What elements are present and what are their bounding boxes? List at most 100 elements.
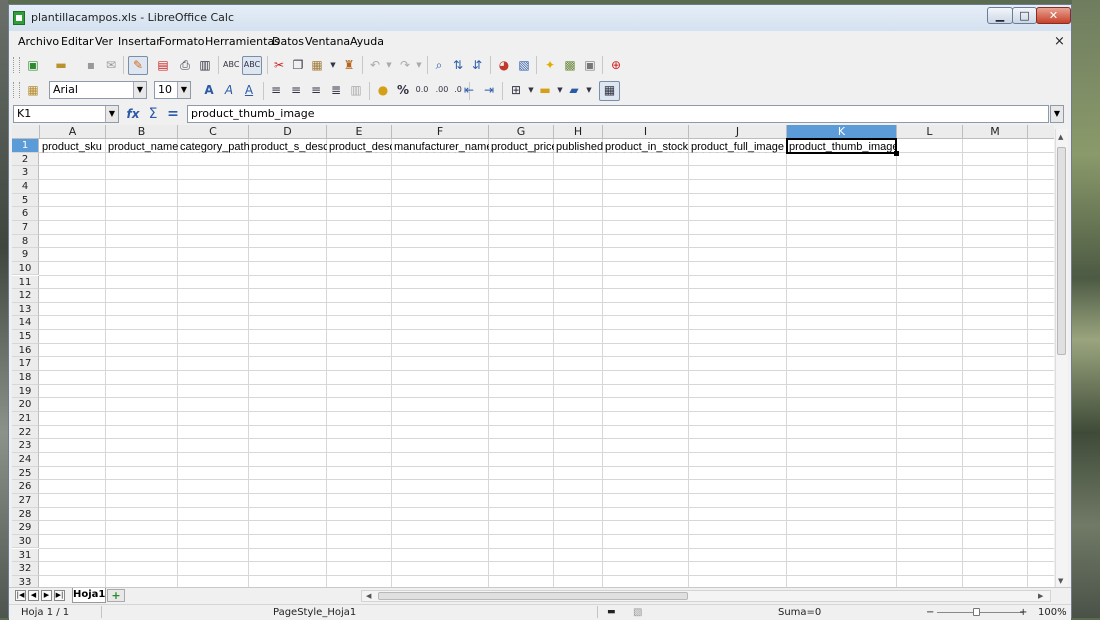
bold-icon[interactable]: A xyxy=(201,82,217,98)
row-header-31[interactable]: 31 xyxy=(12,548,39,563)
column-header-i[interactable]: I xyxy=(603,125,689,139)
underline-icon[interactable]: A xyxy=(241,82,257,98)
cell-f1[interactable]: manufacturer_name xyxy=(392,139,489,153)
close-document-icon[interactable]: × xyxy=(1054,34,1065,49)
column-header-h[interactable]: H xyxy=(554,125,603,139)
row-header-4[interactable]: 4 xyxy=(12,179,39,194)
menu-herramientas[interactable]: Herramientas xyxy=(205,35,280,48)
font-color-icon[interactable]: ▰ xyxy=(566,82,582,98)
background-color-icon[interactable]: ▬ xyxy=(537,82,553,98)
italic-icon[interactable]: A xyxy=(221,82,237,98)
row-header-3[interactable]: 3 xyxy=(12,166,39,180)
menu-datos[interactable]: Datos xyxy=(272,35,304,48)
undo-dropdown-icon[interactable]: ▼ xyxy=(381,57,397,73)
align-right-icon[interactable]: ≡ xyxy=(308,82,324,98)
email-icon[interactable]: ✉ xyxy=(103,57,119,73)
formula-input[interactable]: product_thumb_image xyxy=(187,105,1049,123)
column-header-g[interactable]: G xyxy=(489,125,554,139)
copy-icon[interactable]: ❐ xyxy=(290,57,306,73)
clone-formatting-icon[interactable]: ♜ xyxy=(341,57,357,73)
spreadsheet-grid[interactable]: A B C D E F G H I J K L M 1 2 3 4 5 6 7 8 9 10 11 12 13 14 15 16 17 18… xyxy=(12,125,1054,588)
select-all-corner[interactable] xyxy=(12,125,40,139)
insert-chart-icon[interactable]: ◕ xyxy=(496,57,512,73)
row-header-20[interactable]: 20 xyxy=(12,398,39,412)
open-folder-icon[interactable]: ▬ xyxy=(53,57,69,73)
zoom-in-icon[interactable]: + xyxy=(1019,607,1027,618)
cell-j1[interactable]: product_full_image xyxy=(689,139,787,153)
sum-status-text[interactable]: Suma=0 xyxy=(778,607,821,618)
cell-d1[interactable]: product_s_desc xyxy=(249,139,327,153)
sheet-position-text[interactable]: Hoja 1 / 1 xyxy=(21,607,69,618)
row-header-21[interactable]: 21 xyxy=(12,412,39,426)
row-header-5[interactable]: 5 xyxy=(12,193,39,208)
row-header-6[interactable]: 6 xyxy=(12,207,39,221)
autospellcheck-icon[interactable]: ABC xyxy=(242,56,262,75)
horizontal-scroll-thumb[interactable] xyxy=(378,592,688,600)
row-header-1[interactable]: 1 xyxy=(12,139,39,153)
increase-indent-icon[interactable]: ⇥ xyxy=(481,82,497,98)
cut-icon[interactable]: ✂ xyxy=(271,57,287,73)
borders-icon[interactable]: ⊞ xyxy=(508,82,524,98)
column-header-l[interactable]: L xyxy=(897,125,963,139)
vertical-scrollbar[interactable]: ▲ ▼ xyxy=(1055,129,1068,588)
row-header-30[interactable]: 30 xyxy=(12,534,39,549)
zoom-slider[interactable] xyxy=(937,612,1023,613)
export-pdf-icon[interactable]: ▤ xyxy=(155,57,171,73)
sort-descending-icon[interactable]: ⇵ xyxy=(469,57,485,73)
paste-icon[interactable]: ▦ xyxy=(309,57,325,73)
pivot-table-icon[interactable]: ▧ xyxy=(516,57,532,73)
font-color-dropdown-icon[interactable]: ▼ xyxy=(581,82,597,98)
scroll-up-icon[interactable]: ▲ xyxy=(1058,133,1063,141)
first-sheet-icon[interactable]: |◀ xyxy=(15,590,26,601)
column-header-c[interactable]: C xyxy=(178,125,249,139)
maximize-button[interactable]: □ xyxy=(1012,7,1037,24)
percent-format-icon[interactable]: % xyxy=(395,82,411,98)
fill-handle[interactable] xyxy=(894,150,899,156)
column-header-m[interactable]: M xyxy=(963,125,1028,139)
last-sheet-icon[interactable]: ▶| xyxy=(54,590,65,601)
expand-formula-bar-icon[interactable]: ▼ xyxy=(1050,105,1064,123)
menu-formato[interactable]: Formato xyxy=(159,35,205,48)
row-header-2[interactable]: 2 xyxy=(12,152,39,167)
font-name-select[interactable]: Arial ▼ xyxy=(49,81,147,99)
horizontal-scrollbar[interactable]: ◀ ▶ xyxy=(361,590,1051,602)
cell-c1[interactable]: category_path xyxy=(178,139,249,153)
row-header-9[interactable]: 9 xyxy=(12,248,39,262)
row-header-11[interactable]: 11 xyxy=(12,275,39,290)
menu-ventana[interactable]: Ventana xyxy=(305,35,350,48)
print-preview-icon[interactable]: ▥ xyxy=(197,57,213,73)
column-header-d[interactable]: D xyxy=(249,125,327,139)
row-header-15[interactable]: 15 xyxy=(12,330,39,344)
row-header-13[interactable]: 13 xyxy=(12,302,39,317)
cell-i1[interactable]: product_in_stock xyxy=(603,139,689,153)
row-header-32[interactable]: 32 xyxy=(12,562,39,576)
chevron-down-icon[interactable]: ▼ xyxy=(105,106,118,122)
selection-mode-icon[interactable]: ▬ xyxy=(607,607,616,617)
row-header-12[interactable]: 12 xyxy=(12,289,39,303)
font-size-select[interactable]: 10 ▼ xyxy=(154,81,191,99)
row-header-17[interactable]: 17 xyxy=(12,357,39,372)
print-icon[interactable]: ⎙ xyxy=(177,57,193,73)
paste-dropdown-icon[interactable]: ▼ xyxy=(325,57,341,73)
cell-a1[interactable]: product_sku xyxy=(40,139,106,153)
add-sheet-icon[interactable]: + xyxy=(107,589,125,602)
standard-format-icon[interactable]: 0.0 xyxy=(414,82,430,98)
help-icon[interactable]: ⊕ xyxy=(608,57,624,73)
align-center-icon[interactable]: ≡ xyxy=(288,82,304,98)
add-decimal-icon[interactable]: .00 xyxy=(434,82,450,98)
vertical-scroll-thumb[interactable] xyxy=(1057,147,1066,355)
menu-archivo[interactable]: Archivo xyxy=(18,35,59,48)
menu-insertar[interactable]: Insertar xyxy=(118,35,161,48)
cell-b1[interactable]: product_name xyxy=(106,139,178,153)
row-header-7[interactable]: 7 xyxy=(12,220,39,235)
function-wizard-icon[interactable]: fx xyxy=(125,106,141,122)
align-left-icon[interactable]: ≡ xyxy=(268,82,284,98)
sheet-tab-hoja1[interactable]: Hoja1 xyxy=(72,588,106,603)
cell-g1[interactable]: product_price xyxy=(489,139,554,153)
column-header-e[interactable]: E xyxy=(327,125,392,139)
menu-ver[interactable]: Ver xyxy=(95,35,113,48)
equals-icon[interactable]: = xyxy=(165,106,181,122)
currency-format-icon[interactable]: ● xyxy=(375,82,391,98)
spellcheck-icon[interactable]: ABC xyxy=(223,57,239,73)
sort-ascending-icon[interactable]: ⇅ xyxy=(450,57,466,73)
